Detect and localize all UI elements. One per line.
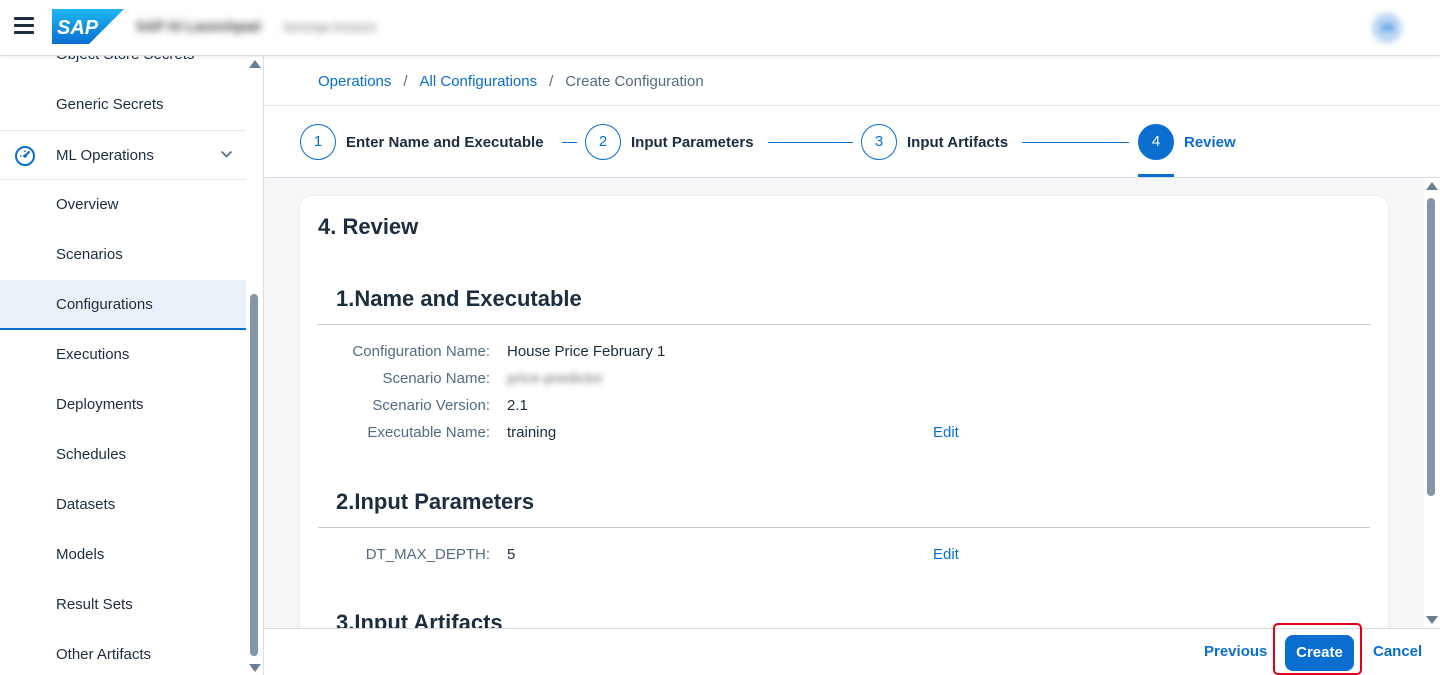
breadcrumb-separator: / (549, 73, 554, 90)
scrollbar-thumb[interactable] (250, 294, 258, 656)
section-input-artifacts-title: 3.Input Artifacts (336, 610, 503, 628)
step-number: 3 (861, 124, 897, 160)
create-button[interactable]: Create (1285, 635, 1354, 671)
step-number: 1 (300, 124, 336, 160)
app-subtitle: Jennings Amazon (282, 20, 377, 34)
scroll-down-arrow-icon[interactable] (249, 664, 261, 672)
sidebar-item-label: ML Operations (56, 147, 154, 164)
sidebar-item-label: Executions (56, 346, 130, 363)
step-label: Input Parameters (631, 133, 754, 151)
sidebar-item-configurations[interactable]: Configurations (0, 280, 246, 330)
sidebar-item-schedules[interactable]: Schedules (0, 430, 246, 480)
sidebar-item-overview[interactable]: Overview (0, 180, 246, 230)
sidebar-item-label: Deployments (56, 396, 144, 413)
breadcrumb-link-all-configurations[interactable]: All Configurations (420, 73, 538, 90)
field-configuration-name: Configuration Name: House Price February… (300, 343, 665, 365)
sidebar-item-label: Schedules (56, 446, 127, 463)
step-label: Input Artifacts (907, 133, 1009, 151)
edit-name-executable-link[interactable]: Edit (933, 424, 959, 441)
field-value: 5 (507, 546, 516, 563)
sidebar-item-models[interactable]: Models (0, 530, 246, 580)
main-content: Operations / All Configurations / Create Con… (264, 56, 1440, 675)
cancel-button[interactable]: Cancel (1373, 643, 1422, 660)
sidebar-item-executions[interactable]: Executions (0, 330, 246, 380)
field-label: Scenario Name: (382, 370, 490, 387)
field-value: House Price February 1 (507, 343, 666, 360)
scroll-up-arrow-icon[interactable] (1426, 182, 1438, 190)
sidebar-item-datasets[interactable]: Datasets (0, 480, 246, 530)
sidebar-item-label: Scenarios (56, 246, 123, 263)
field-label: Scenario Version: (372, 397, 490, 414)
field-label: Executable Name: (367, 424, 490, 441)
field-executable-name: Executable Name: training (300, 424, 556, 446)
sidebar-item-other-artifacts[interactable]: Other Artifacts (0, 630, 246, 675)
section-input-parameters-title: 2.Input Parameters (336, 489, 535, 514)
breadcrumb-separator: / (403, 73, 408, 90)
chevron-down-icon[interactable] (220, 150, 233, 159)
sidebar-item-label: Overview (56, 196, 119, 213)
field-value: 2.1 (507, 397, 528, 414)
user-avatar[interactable]: JA (1372, 13, 1402, 43)
field-label: Configuration Name: (352, 343, 490, 360)
sidebar-item-object-store-secrets[interactable]: Object Store Secrets (0, 56, 246, 80)
wizard-content: 4. Review 1.Name and Executable Configur… (264, 178, 1424, 628)
review-title: 4. Review (318, 214, 419, 239)
step-connector (1022, 142, 1129, 143)
sidebar-item-label: Generic Secrets (56, 96, 164, 113)
field-scenario-name: Scenario Name: price-predictor (300, 370, 602, 392)
field-label: DT_MAX_DEPTH: (365, 546, 490, 563)
sidebar-item-deployments[interactable]: Deployments (0, 380, 246, 430)
wizard-step-2[interactable]: 2 Input Parameters (585, 124, 754, 160)
sidebar-scrollbar[interactable] (246, 56, 263, 675)
scroll-down-arrow-icon[interactable] (1426, 616, 1438, 624)
sidebar-item-label: Object Store Secrets (56, 56, 194, 80)
sap-logo[interactable]: SAP (52, 9, 124, 44)
step-connector (562, 142, 577, 143)
breadcrumb: Operations / All Configurations / Create Con… (318, 73, 704, 90)
content-scrollbar[interactable] (1424, 178, 1440, 628)
section-divider (318, 324, 1370, 325)
breadcrumb-bar: Operations / All Configurations / Create Con… (264, 56, 1440, 106)
wizard-step-1[interactable]: 1 Enter Name and Executable (300, 124, 544, 160)
step-number: 4 (1138, 124, 1174, 160)
app-title: SAP AI Launchpad (136, 18, 261, 34)
wizard-step-4[interactable]: 4 Review (1138, 124, 1236, 160)
wizard-progress-bar: 1 Enter Name and Executable 2 Input Para… (264, 106, 1440, 178)
sidebar-group-ml-operations[interactable]: ML Operations (0, 130, 246, 180)
sidebar-item-label: Other Artifacts (56, 646, 152, 663)
menu-icon[interactable] (14, 17, 34, 35)
edit-input-parameters-link[interactable]: Edit (933, 546, 959, 563)
field-dt-max-depth: DT_MAX_DEPTH: 5 (300, 546, 516, 568)
previous-button[interactable]: Previous (1204, 643, 1267, 660)
sidebar-item-scenarios[interactable]: Scenarios (0, 230, 246, 280)
sidebar-item-generic-secrets[interactable]: Generic Secrets (0, 80, 246, 130)
step-label: Enter Name and Executable (346, 133, 544, 151)
step-number: 2 (585, 124, 621, 160)
side-navigation: Object Store Secrets Generic Secrets ML … (0, 56, 264, 675)
review-card: 4. Review 1.Name and Executable Configur… (300, 196, 1388, 628)
scroll-up-arrow-icon[interactable] (249, 60, 261, 68)
step-label: Review (1184, 133, 1236, 151)
step-connector (768, 142, 853, 143)
breadcrumb-link-operations[interactable]: Operations (318, 73, 391, 90)
breadcrumb-current: Create Configuration (565, 73, 704, 90)
field-value: training (507, 424, 557, 441)
sidebar-item-label: Configurations (56, 296, 153, 313)
current-step-indicator (1138, 174, 1174, 177)
section-name-executable-title: 1.Name and Executable (336, 286, 582, 311)
section-divider (318, 527, 1370, 528)
gauge-icon (15, 146, 35, 166)
sidebar-item-label: Models (56, 546, 105, 563)
field-scenario-version: Scenario Version: 2.1 (300, 397, 527, 419)
sidebar-item-result-sets[interactable]: Result Sets (0, 580, 246, 630)
sidebar-item-label: Result Sets (56, 596, 133, 613)
shell-bar: SAP SAP AI Launchpad Jennings Amazon JA (0, 0, 1440, 56)
scrollbar-thumb[interactable] (1427, 198, 1435, 496)
field-value: price-predictor (507, 370, 603, 387)
wizard-footer: Previous Create Cancel (264, 623, 1440, 675)
sidebar-item-label: Datasets (56, 496, 116, 513)
wizard-step-3[interactable]: 3 Input Artifacts (861, 124, 1008, 160)
svg-text:SAP: SAP (57, 17, 99, 39)
